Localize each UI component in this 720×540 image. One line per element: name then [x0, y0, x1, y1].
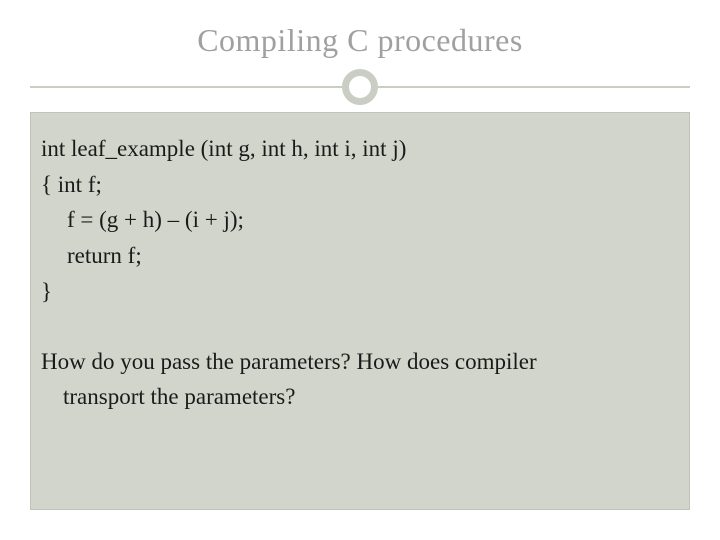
circle-decoration — [342, 69, 378, 105]
question-line-2: transport the parameters? — [41, 384, 295, 409]
title-area: Compiling C procedures — [0, 0, 720, 102]
code-line-3: f = (g + h) – (i + j); — [41, 202, 679, 238]
slide-title: Compiling C procedures — [0, 22, 720, 59]
question-text: How do you pass the parameters? How does… — [41, 345, 679, 414]
code-line-4: return f; — [41, 238, 679, 274]
slide: Compiling C procedures int leaf_example … — [0, 0, 720, 540]
code-line-1: int leaf_example (int g, int h, int i, i… — [41, 131, 679, 167]
code-line-2: { int f; — [41, 167, 679, 203]
code-line-5: } — [41, 274, 679, 310]
content-box: int leaf_example (int g, int h, int i, i… — [30, 112, 690, 510]
question-line-1: How do you pass the parameters? How does… — [41, 349, 537, 374]
